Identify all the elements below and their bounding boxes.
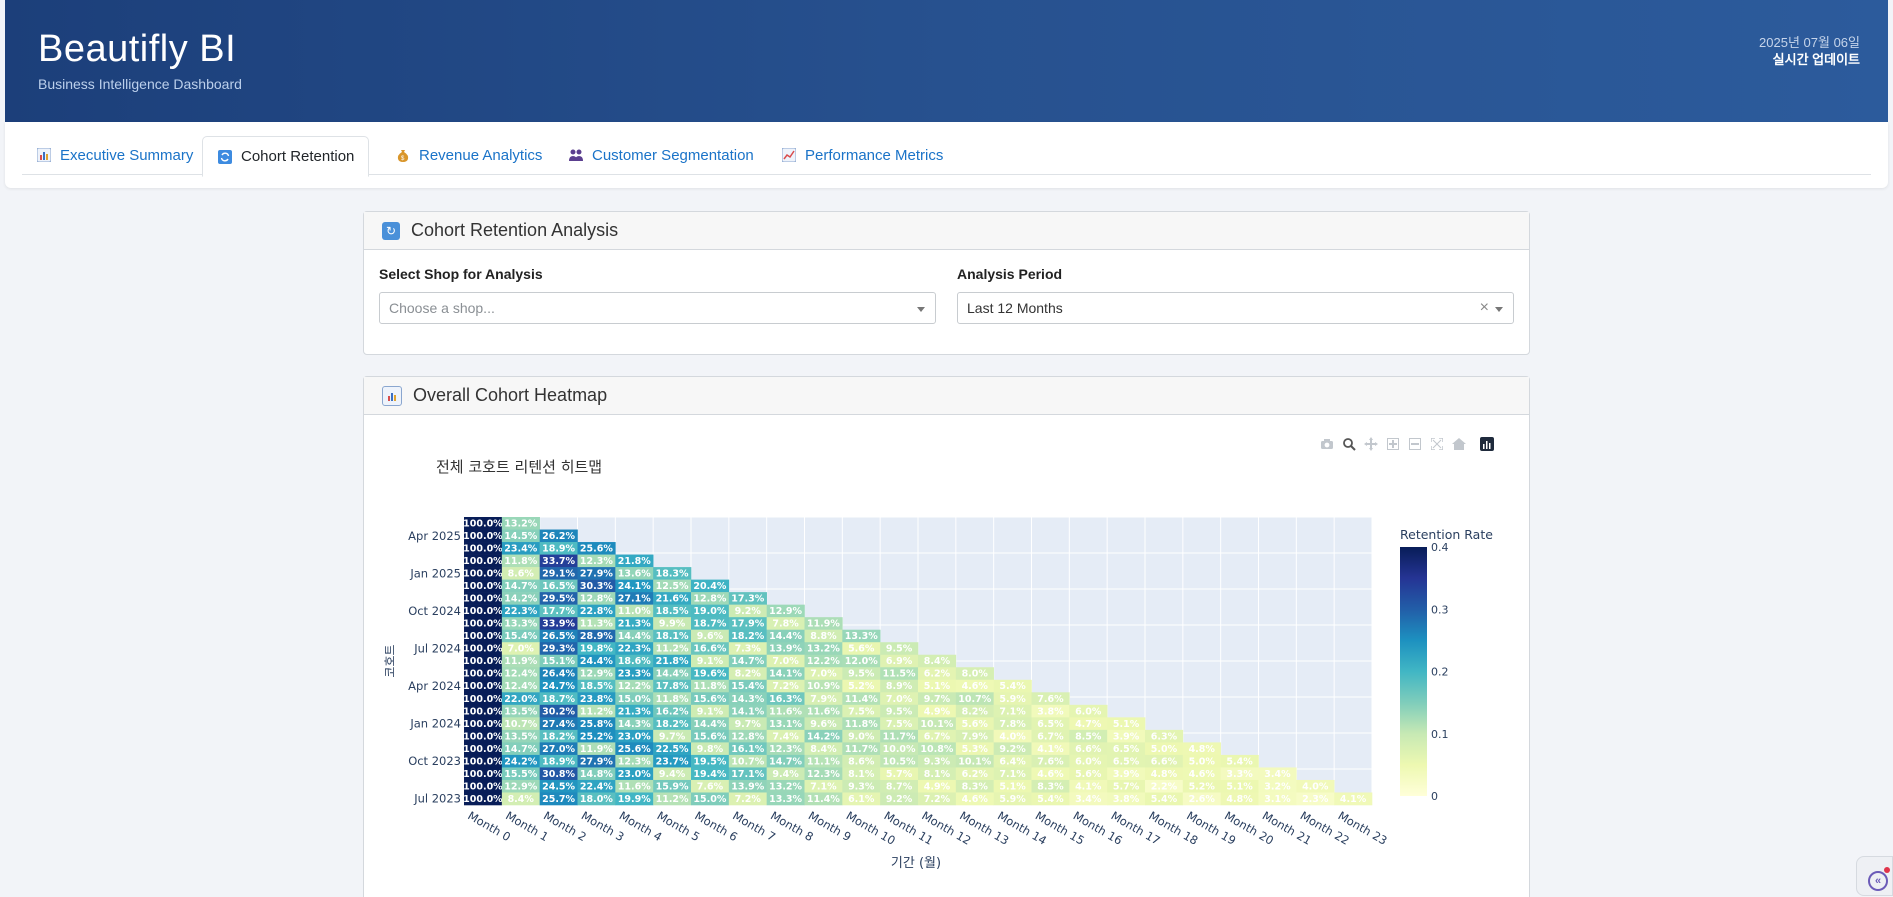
tab-label: Performance Metrics [805, 146, 944, 164]
tab-revenue-analytics[interactable]: $ Revenue Analytics [395, 136, 542, 174]
chart-modebar [1316, 434, 1498, 454]
clear-icon[interactable]: × [1480, 299, 1489, 317]
people-icon [568, 147, 584, 163]
app-header: Beautifly BI Business Intelligence Dashb… [5, 0, 1888, 122]
pan-icon[interactable] [1360, 434, 1382, 454]
period-select[interactable]: Last 12 Months × [957, 292, 1514, 324]
tab-executive-summary[interactable]: Executive Summary [36, 136, 193, 174]
shop-select-label: Select Shop for Analysis [379, 266, 543, 282]
zoom-in-icon[interactable] [1382, 434, 1404, 454]
line-chart-icon [781, 147, 797, 163]
chevron-down-icon[interactable] [1495, 307, 1503, 312]
tab-performance-metrics[interactable]: Performance Metrics [781, 136, 943, 174]
reset-axes-icon[interactable] [1448, 434, 1470, 454]
tab-label: Executive Summary [60, 146, 194, 164]
refresh-icon: ↻ [382, 221, 400, 240]
app-title: Beautifly BI [38, 28, 237, 70]
panel-header: ↻ Cohort Retention Analysis [364, 212, 1529, 250]
plotly-logo-icon[interactable] [1476, 434, 1498, 454]
tab-bar: Executive Summary Cohort Retention $ Rev… [5, 122, 1888, 188]
period-select-value: Last 12 Months [967, 300, 1063, 316]
app-subtitle: Business Intelligence Dashboard [38, 76, 242, 92]
zoom-out-icon[interactable] [1404, 434, 1426, 454]
shop-select-placeholder: Choose a shop... [389, 300, 495, 316]
chevron-left-icon: « [1868, 871, 1888, 891]
camera-icon[interactable] [1316, 434, 1338, 454]
bar-chart-icon [36, 147, 52, 163]
live-update-label: 실시간 업데이트 [1772, 52, 1860, 67]
period-select-label: Analysis Period [957, 266, 1063, 282]
panel-header: Overall Cohort Heatmap [364, 377, 1529, 415]
refresh-icon [217, 149, 233, 165]
tab-customer-segmentation[interactable]: Customer Segmentation [568, 136, 754, 174]
notification-dot [1884, 867, 1890, 873]
tab-cohort-retention[interactable]: Cohort Retention [202, 136, 370, 177]
shop-select[interactable]: Choose a shop... [379, 292, 936, 324]
tab-label: Revenue Analytics [419, 146, 543, 164]
autoscale-icon[interactable] [1426, 434, 1448, 454]
panel-title: Overall Cohort Heatmap [413, 385, 608, 405]
bar-chart-icon [382, 385, 402, 406]
panel-title: Cohort Retention Analysis [411, 220, 619, 240]
chevron-down-icon[interactable] [917, 307, 925, 312]
zoom-icon[interactable] [1338, 434, 1360, 454]
money-bag-icon: $ [395, 147, 411, 163]
tab-label: Cohort Retention [241, 148, 355, 165]
assistant-toggle-button[interactable]: « [1856, 856, 1893, 896]
heatmap-panel: Overall Cohort Heatmap [363, 376, 1530, 897]
tab-label: Customer Segmentation [592, 146, 754, 164]
cohort-analysis-panel: ↻ Cohort Retention Analysis Select Shop … [363, 211, 1530, 355]
